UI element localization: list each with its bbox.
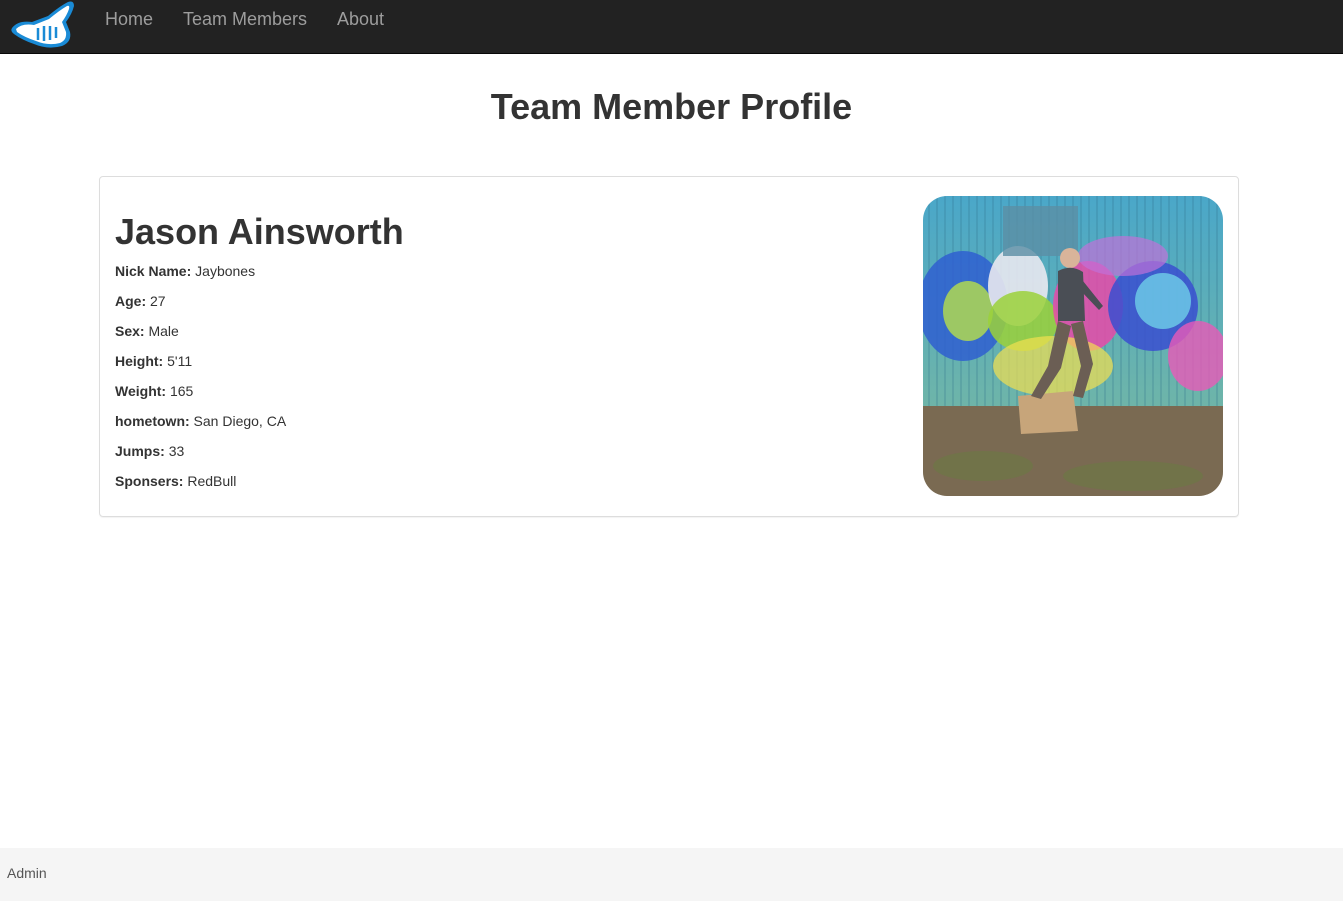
field-label: Weight: (115, 383, 167, 399)
field-label: Sponsers: (115, 473, 184, 489)
field-age: Age: 27 (115, 291, 166, 311)
footer: Admin (0, 848, 1343, 901)
field-value: 165 (169, 383, 194, 399)
field-nick-name: Nick Name: Jaybones (115, 261, 255, 281)
field-value: 27 (150, 293, 166, 309)
profile-panel: Jason Ainsworth Nick Name: Jaybones Age:… (99, 176, 1239, 517)
admin-link[interactable]: Admin (7, 863, 47, 883)
field-height: Height: 5'11 (115, 351, 192, 371)
field-value: RedBull (187, 473, 237, 489)
page-title: Team Member Profile (490, 86, 853, 127)
nav-link-home[interactable]: Home (105, 9, 153, 29)
field-value: Male (148, 323, 179, 339)
member-name: Jason Ainsworth (115, 211, 404, 252)
field-label: Jumps: (115, 443, 165, 459)
nav-link-about[interactable]: About (337, 9, 384, 29)
field-value: San Diego, CA (193, 413, 287, 429)
field-sex: Sex: Male (115, 321, 179, 341)
nav-link-team-members[interactable]: Team Members (183, 9, 307, 29)
field-jumps: Jumps: 33 (115, 441, 184, 461)
field-value: 33 (168, 443, 185, 459)
field-label: Height: (115, 353, 164, 369)
field-value: Jaybones (195, 263, 256, 279)
field-label: Sex: (115, 323, 145, 339)
field-hometown: hometown: San Diego, CA (115, 411, 286, 431)
shaka-hand-icon[interactable] (8, 0, 76, 50)
profile-photo (923, 196, 1223, 496)
top-navbar: Home Team Members About (0, 0, 1343, 54)
field-label: Age: (115, 293, 147, 309)
field-value: 5'11 (167, 353, 193, 369)
field-sponsers: Sponsers: RedBull (115, 471, 236, 491)
field-label: Nick Name: (115, 263, 192, 279)
field-weight: Weight: 165 (115, 381, 193, 401)
field-label: hometown: (115, 413, 190, 429)
